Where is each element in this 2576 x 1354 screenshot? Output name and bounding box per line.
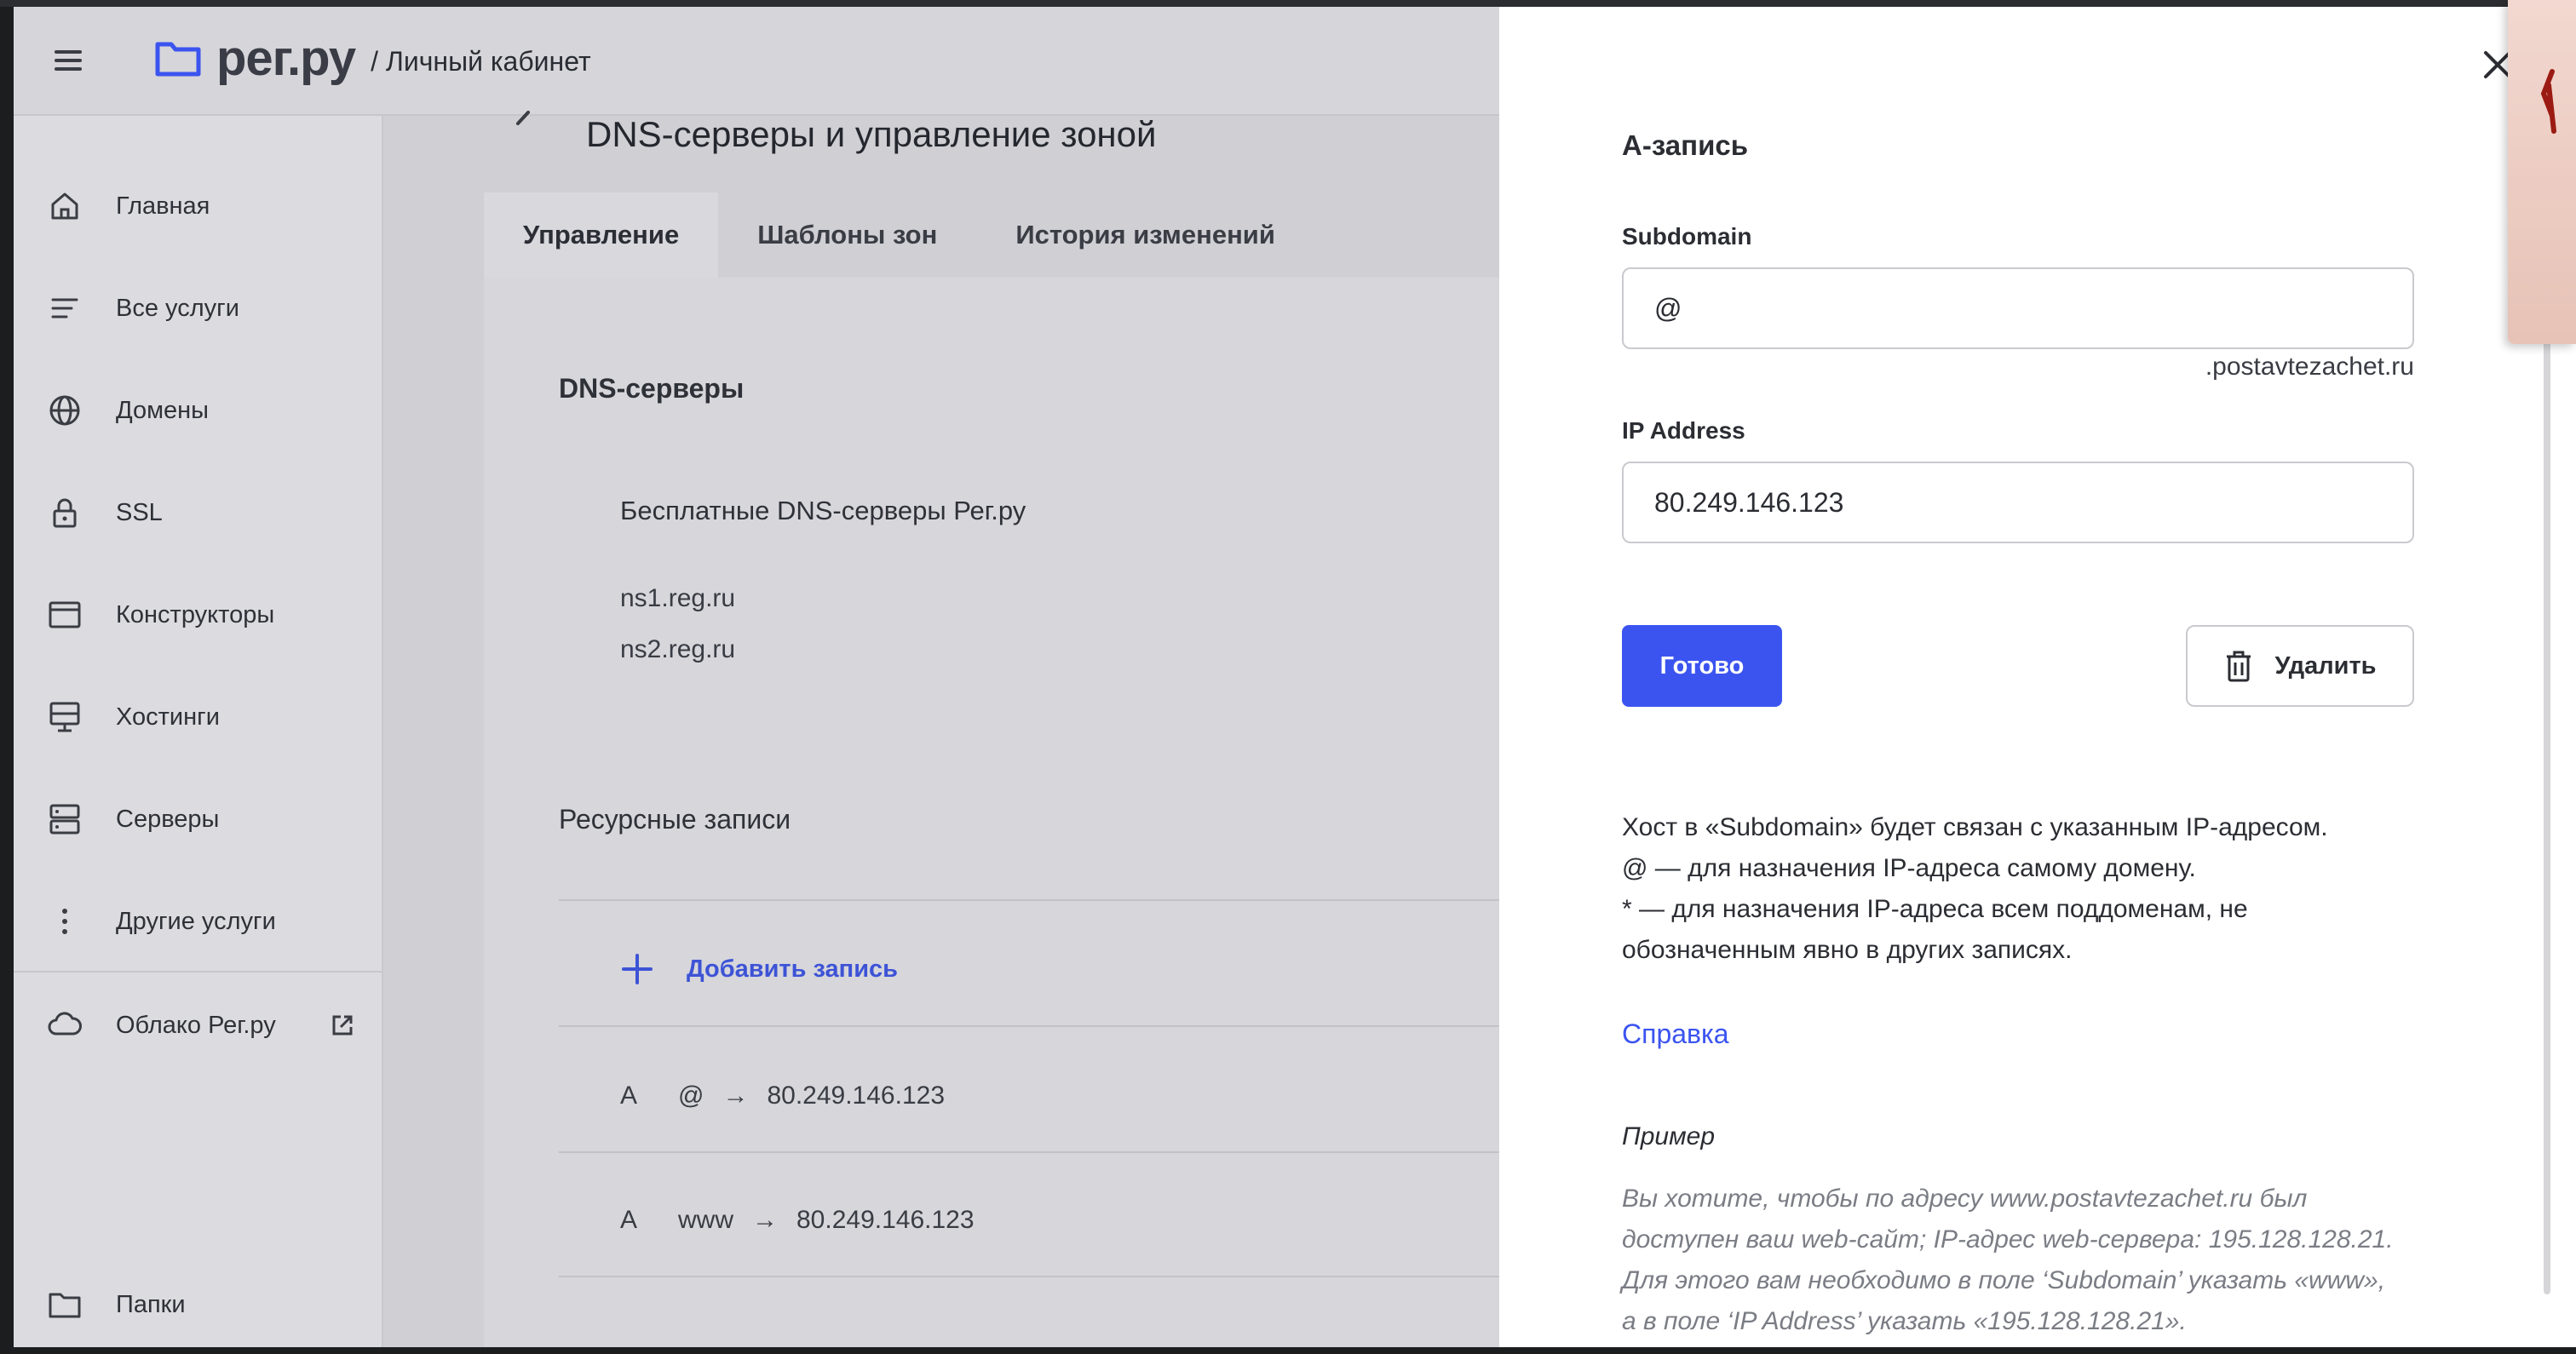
- add-record-button[interactable]: Добавить запись: [620, 952, 898, 986]
- record-host: @: [678, 1081, 704, 1110]
- sidebar-item-cloud[interactable]: Облако Рег.ру: [14, 991, 382, 1059]
- add-record-label: Добавить запись: [687, 955, 898, 983]
- sidebar-item-folders[interactable]: Папки: [14, 1271, 382, 1339]
- tab-management[interactable]: Управление: [484, 192, 719, 278]
- delete-label: Удалить: [2274, 651, 2377, 680]
- record-host: www: [678, 1206, 733, 1234]
- tab-change-history[interactable]: История изменений: [976, 192, 1314, 278]
- cloud-icon: [46, 1007, 83, 1044]
- divider: [559, 1025, 1516, 1027]
- monitor-icon: [46, 698, 83, 736]
- dns-free-title: Бесплатные DNS-серверы Рег.ру: [620, 496, 1026, 525]
- home-icon: [46, 187, 83, 225]
- sidebar-divider: [14, 971, 382, 972]
- sidebar-item-domains[interactable]: Домены: [14, 376, 382, 445]
- divider: [559, 1151, 1516, 1153]
- dns-server-1: ns1.reg.ru: [620, 584, 736, 612]
- arrow-right-icon: →: [722, 1081, 749, 1110]
- folder-logo-icon: [155, 42, 201, 77]
- help-text: Хост в «Subdomain» будет связан с указан…: [1622, 807, 2414, 971]
- lock-icon: [46, 494, 83, 531]
- records-section-title: Ресурсные записи: [559, 804, 791, 835]
- drawer-title: A-запись: [1622, 129, 1749, 161]
- sidebar-item-label: Другие услуги: [116, 907, 276, 935]
- sidebar-item-label: Главная: [116, 192, 210, 220]
- help-line: * — для назначения IP-адреса всем поддом…: [1622, 895, 2248, 923]
- help-line: @ — для назначения IP-адреса самому доме…: [1622, 854, 2196, 882]
- more-vertical-icon: [46, 903, 83, 940]
- record-row[interactable]: A www → 80.249.146.123: [620, 1206, 975, 1235]
- sidebar: Главная Все услуги Домены SSL Конструкто…: [14, 116, 383, 1347]
- sidebar-item-servers[interactable]: Серверы: [14, 785, 382, 853]
- plus-icon: [622, 954, 653, 984]
- browser-window-icon: [46, 596, 83, 634]
- server-icon: [46, 800, 83, 838]
- record-value: 80.249.146.123: [796, 1206, 975, 1234]
- example-line: Вы хотите, чтобы по адресу www.postavtez…: [1622, 1185, 2308, 1213]
- tabs: Управление Шаблоны зон История изменений: [484, 192, 1314, 278]
- side-widget[interactable]: [2508, 0, 2576, 344]
- list-icon: [46, 290, 83, 327]
- sidebar-item-label: Все услуги: [116, 294, 239, 322]
- sidebar-item-all-services[interactable]: Все услуги: [14, 274, 382, 342]
- arrow-right-icon: →: [752, 1206, 778, 1234]
- help-link[interactable]: Справка: [1622, 1018, 1729, 1050]
- divider: [559, 1276, 1516, 1277]
- hamburger-icon[interactable]: [55, 46, 82, 73]
- sidebar-item-label: Папки: [116, 1290, 186, 1318]
- record-value: 80.249.146.123: [767, 1081, 946, 1110]
- record-row[interactable]: A @ → 80.249.146.123: [620, 1081, 945, 1110]
- subdomain-input[interactable]: [1622, 267, 2414, 349]
- subdomain-label: Subdomain: [1622, 223, 1752, 250]
- tab-zone-templates[interactable]: Шаблоны зон: [718, 192, 976, 278]
- dns-server-2: ns2.reg.ru: [620, 635, 736, 663]
- external-link-icon: [329, 1012, 356, 1039]
- sidebar-item-label: Домены: [116, 396, 210, 424]
- dns-section-title: DNS-серверы: [559, 373, 745, 404]
- folder-icon: [46, 1286, 83, 1323]
- widget-mark-icon: [2540, 69, 2556, 134]
- example-title: Пример: [1622, 1122, 1716, 1150]
- header-section-title: / Личный кабинет: [371, 45, 591, 77]
- trash-icon: [2227, 651, 2251, 682]
- sidebar-item-label: Серверы: [116, 805, 220, 833]
- record-type: A: [620, 1206, 638, 1234]
- delete-button[interactable]: Удалить: [2186, 625, 2414, 707]
- globe-icon: [46, 392, 83, 429]
- example-line: Для этого вам необходимо в поле ‘Subdoma…: [1622, 1266, 2386, 1294]
- help-line: обозначенным явно в других записях.: [1622, 936, 2073, 964]
- done-button[interactable]: Готово: [1622, 625, 1782, 707]
- help-line: Хост в «Subdomain» будет связан с указан…: [1622, 813, 2328, 841]
- sidebar-item-ssl[interactable]: SSL: [14, 479, 382, 547]
- logo[interactable]: рег.ру / Личный кабинет: [155, 31, 591, 86]
- sidebar-item-home[interactable]: Главная: [14, 172, 382, 240]
- back-chevron-icon[interactable]: [515, 109, 532, 138]
- ip-address-input[interactable]: [1622, 462, 2414, 543]
- example-line: а в поле ‘IP Address’ указать «195.128.1…: [1622, 1307, 2187, 1335]
- sidebar-item-label: Облако Рег.ру: [116, 1011, 276, 1039]
- sidebar-item-constructors[interactable]: Конструкторы: [14, 581, 382, 649]
- sidebar-item-hosting[interactable]: Хостинги: [14, 683, 382, 751]
- domain-suffix: .postavtezachet.ru: [2205, 353, 2414, 381]
- sidebar-item-other-services[interactable]: Другие услуги: [14, 887, 382, 955]
- ip-address-label: IP Address: [1622, 417, 1745, 444]
- page-title: DNS-серверы и управление зоной: [586, 114, 1157, 154]
- top-header: рег.ру / Личный кабинет: [14, 7, 1500, 116]
- window-top-strip: [0, 0, 2576, 7]
- record-type: A: [620, 1081, 638, 1110]
- sidebar-item-label: SSL: [116, 498, 163, 526]
- sidebar-item-label: Конструкторы: [116, 600, 275, 628]
- example-line: доступен ваш web-сайт; IP-адрес web-серв…: [1622, 1225, 2394, 1254]
- logo-text: рег.ру: [216, 30, 356, 86]
- example-text: Вы хотите, чтобы по адресу www.postavtez…: [1622, 1179, 2423, 1342]
- sidebar-item-label: Хостинги: [116, 703, 220, 731]
- divider: [559, 899, 1516, 901]
